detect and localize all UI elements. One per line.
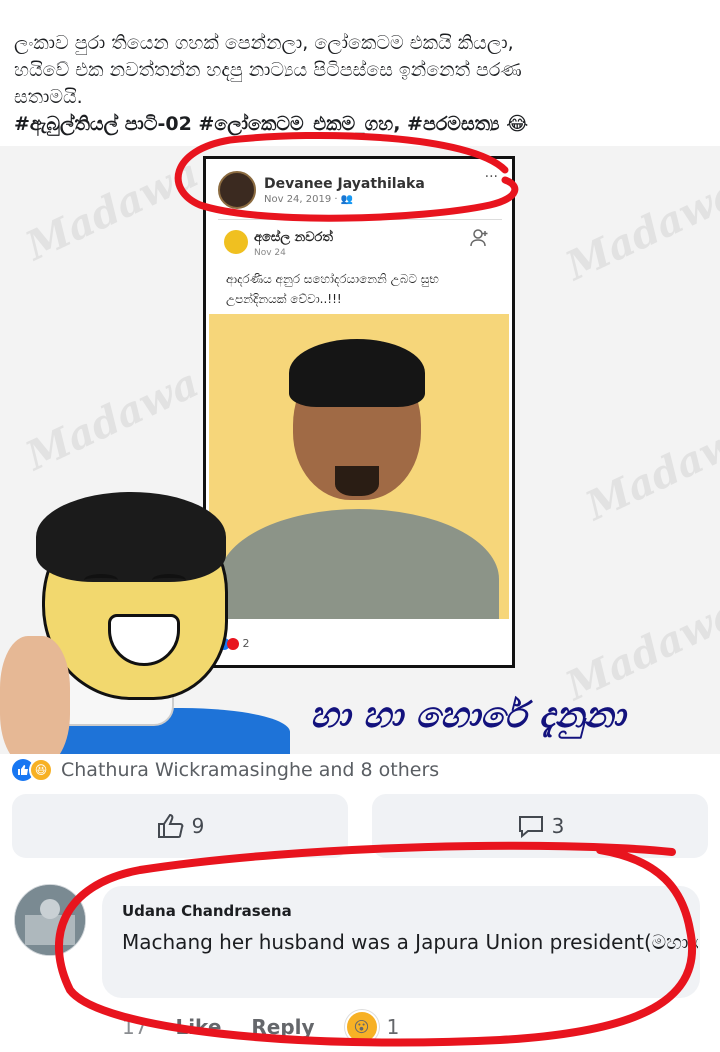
post-text: ලංකාව පුරා තියෙන ගහක් පෙන්නලා, ලෝකෙටම එක…: [14, 30, 710, 138]
comment-icon: [518, 816, 543, 839]
watermark: Madawa: [18, 359, 206, 480]
inner-author: අසේල නවරත්: [254, 230, 333, 245]
more-options-icon: ···: [484, 169, 498, 185]
watermark: Madawa: [578, 409, 720, 530]
screenshot-message: ආදරණීය අනුර සහෝදරයානෙනි උබට සුභ උපන්දිනය…: [226, 272, 439, 306]
thumbs-up-icon: [157, 813, 184, 838]
hashtag-links[interactable]: #ඇබුල්තියල් පාටි-02 #ලෝකෙටම_එකම_ගහ, #පරම…: [14, 113, 499, 135]
add-friend-icon: [470, 228, 490, 252]
troll-face-illustration: [0, 486, 300, 754]
screenshot-header: Devanee Jayathilaka Nov 24, 2019 · 👥: [218, 171, 425, 209]
watermark: Madawa: [18, 149, 206, 270]
shared-post-header: අසේල නවරත් Nov 24: [218, 219, 502, 258]
comment-reaction-count[interactable]: 1: [387, 1015, 400, 1039]
screenshot-author: Devanee Jayathilaka: [264, 175, 425, 192]
comment-button[interactable]: 3: [372, 794, 708, 858]
hand: [0, 636, 70, 754]
meme-image[interactable]: Madawa Madawa Madawa Madawa Madawa Devan…: [0, 146, 720, 754]
troll-eye: [84, 574, 118, 586]
comment-actions: 17 Like Reply 😮 1: [122, 1010, 399, 1044]
like-button[interactable]: 9: [12, 794, 348, 858]
troll-hair: [36, 492, 226, 582]
troll-eye: [152, 574, 186, 586]
haha-icon: 😆: [29, 758, 53, 782]
author-avatar: [218, 171, 256, 209]
comment-author[interactable]: Udana Chandrasena: [122, 902, 292, 920]
watermark: Madawa: [558, 169, 720, 290]
comment-like-link[interactable]: Like: [175, 1015, 221, 1039]
reactions-text: Chathura Wickramasinghe and 8 others: [61, 759, 440, 781]
comment-bubble: Udana Chandrasena Machang her husband wa…: [102, 886, 700, 998]
screenshot-date: Nov 24, 2019 · 👥: [264, 193, 354, 205]
post-text-line-3: සතාමයි.: [14, 86, 83, 108]
reactions-summary[interactable]: 😆 Chathura Wickramasinghe and 8 others: [12, 758, 439, 782]
watermark: Madawa: [558, 589, 720, 710]
beard: [335, 466, 379, 496]
comment-count: 3: [551, 814, 565, 838]
comment-reply-link[interactable]: Reply: [251, 1015, 314, 1039]
hair: [289, 339, 425, 407]
wow-icon: 😮: [344, 1010, 379, 1044]
commenter-avatar[interactable]: [14, 884, 86, 956]
laughing-emoji-icon: 😂: [506, 113, 529, 135]
meme-caption: හා හා හොරේ දැනුනා: [310, 694, 626, 736]
post-hashtags[interactable]: #ඇබුල්තියල් පාටි-02 #ලෝකෙටම_එකම_ගහ, #පරම…: [14, 111, 710, 138]
inner-avatar: [224, 230, 248, 254]
like-count: 9: [191, 814, 205, 838]
post-text-line-2: හයිවේ එක නවත්තන්න හදපු නාට්‍යය පිටිපස්සෙ…: [14, 59, 522, 81]
comment-text: Machang her husband was a Japura Union p…: [122, 930, 698, 954]
comment-time[interactable]: 17: [122, 1015, 147, 1039]
inner-date: Nov 24: [254, 248, 286, 258]
post-text-line-1: ලංකාව පුරා තියෙන ගහක් පෙන්නලා, ලෝකෙටම එක…: [14, 32, 514, 54]
